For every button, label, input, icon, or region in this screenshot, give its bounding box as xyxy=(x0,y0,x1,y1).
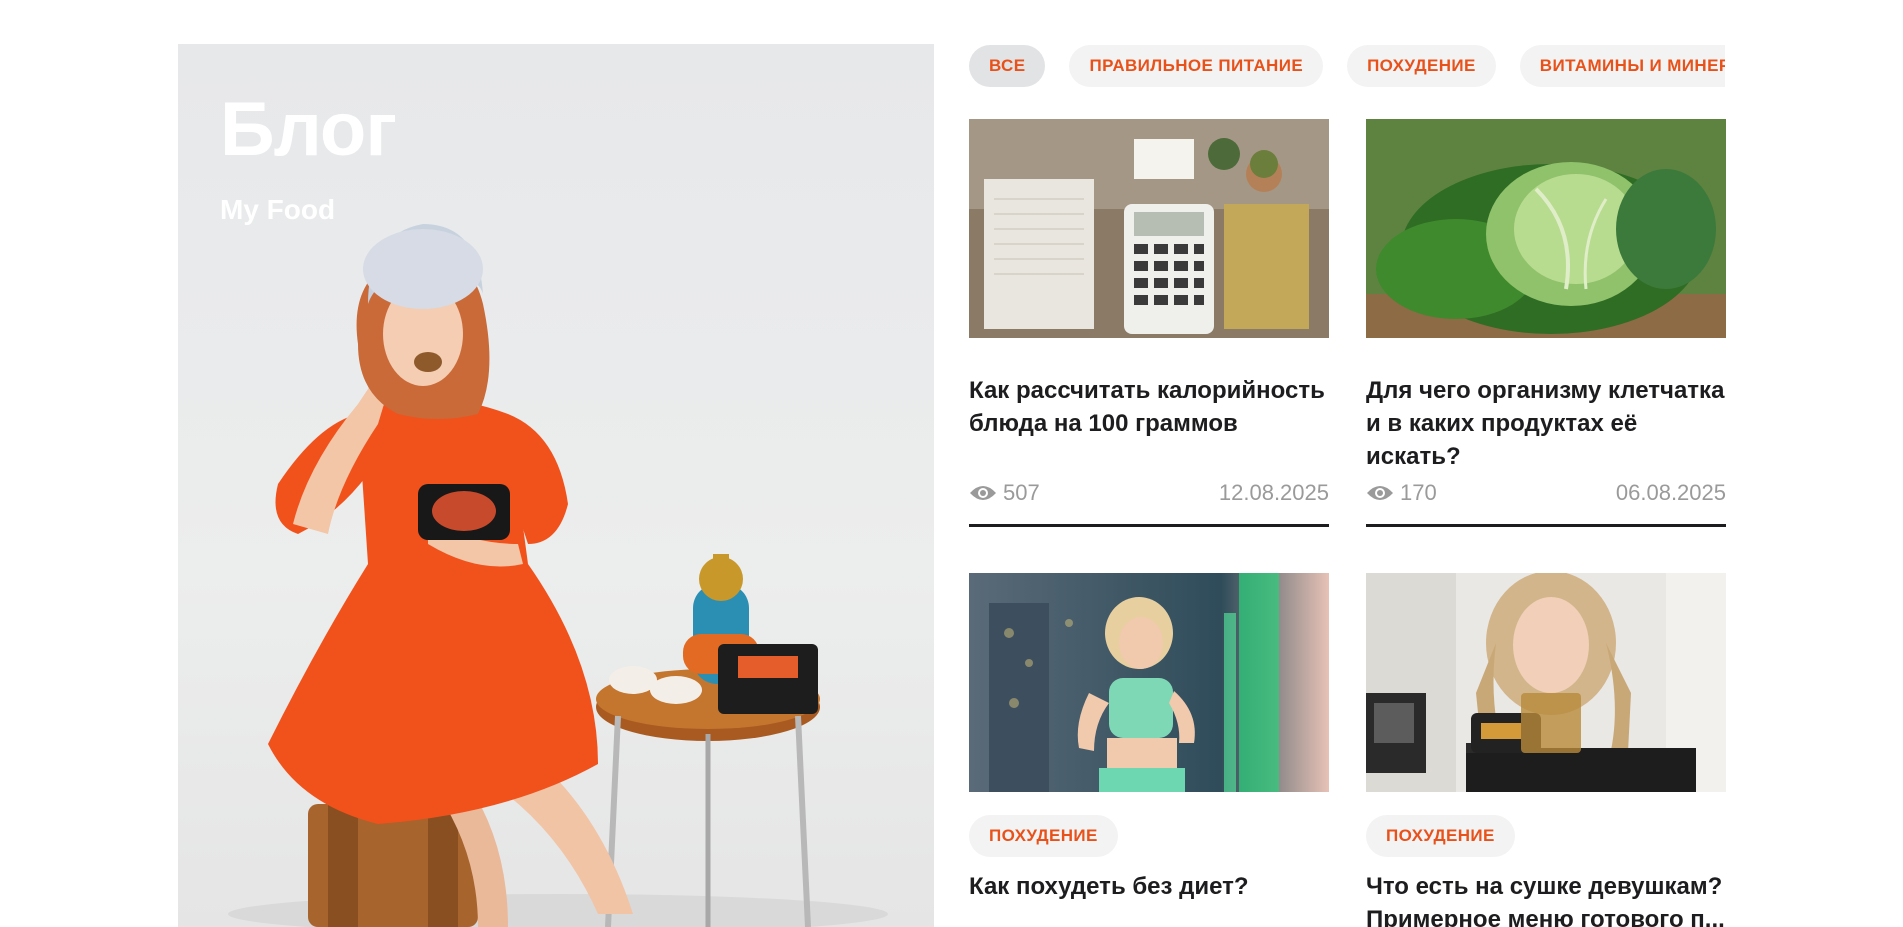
views-count: 507 xyxy=(1003,480,1040,505)
article-image[interactable] xyxy=(1366,573,1726,792)
filter-tag-all[interactable]: ВСЕ xyxy=(969,45,1046,87)
blog-hero-banner: Блог My Food xyxy=(178,44,934,927)
article-title[interactable]: Как похудеть без диет? xyxy=(969,870,1329,903)
article-card[interactable]: ПОХУДЕНИЕ Как похудеть без диет? xyxy=(969,573,1329,927)
category-tag[interactable]: ПОХУДЕНИЕ xyxy=(1366,815,1515,857)
article-title[interactable]: Что есть на сушке девушкам? Примерное ме… xyxy=(1366,870,1726,927)
page-title: Блог xyxy=(220,87,397,172)
views-counter: 507 xyxy=(969,480,1040,506)
article-image[interactable] xyxy=(1366,119,1726,338)
filter-tag-weight-loss[interactable]: ПОХУДЕНИЕ xyxy=(1347,45,1496,87)
article-card[interactable]: Как рассчитать калорийность блюда на 100… xyxy=(969,119,1329,529)
article-date: 12.08.2025 xyxy=(1218,480,1329,505)
eye-icon xyxy=(1367,486,1393,500)
article-title[interactable]: Для чего организму клетчатка и в каких п… xyxy=(1366,374,1726,473)
card-divider xyxy=(969,524,1329,527)
article-image[interactable] xyxy=(969,573,1329,792)
article-date: 06.08.2025 xyxy=(1615,480,1726,505)
hero-photo xyxy=(228,224,888,927)
article-card[interactable]: Для чего организму клетчатка и в каких п… xyxy=(1366,119,1726,529)
category-filter-bar: ВСЕ ПРАВИЛЬНОЕ ПИТАНИЕ ПОХУДЕНИЕ ВИТАМИН… xyxy=(969,45,1725,87)
article-image[interactable] xyxy=(969,119,1329,338)
article-title[interactable]: Как рассчитать калорийность блюда на 100… xyxy=(969,374,1329,440)
article-meta: 170 06.08.2025 xyxy=(1366,478,1726,508)
category-tag[interactable]: ПОХУДЕНИЕ xyxy=(969,815,1118,857)
views-count: 170 xyxy=(1400,480,1437,505)
card-divider xyxy=(1366,524,1726,527)
filter-tag-healthy-eating[interactable]: ПРАВИЛЬНОЕ ПИТАНИЕ xyxy=(1069,45,1324,87)
filter-tag-vitamins-minerals[interactable]: ВИТАМИНЫ И МИНЕРАЛЫ xyxy=(1519,45,1725,87)
eye-icon xyxy=(970,486,996,500)
page-subtitle: My Food xyxy=(220,194,336,225)
views-counter: 170 xyxy=(1366,480,1437,506)
article-meta: 507 12.08.2025 xyxy=(969,478,1329,508)
article-card[interactable]: ПОХУДЕНИЕ Что есть на сушке девушкам? Пр… xyxy=(1366,573,1726,927)
